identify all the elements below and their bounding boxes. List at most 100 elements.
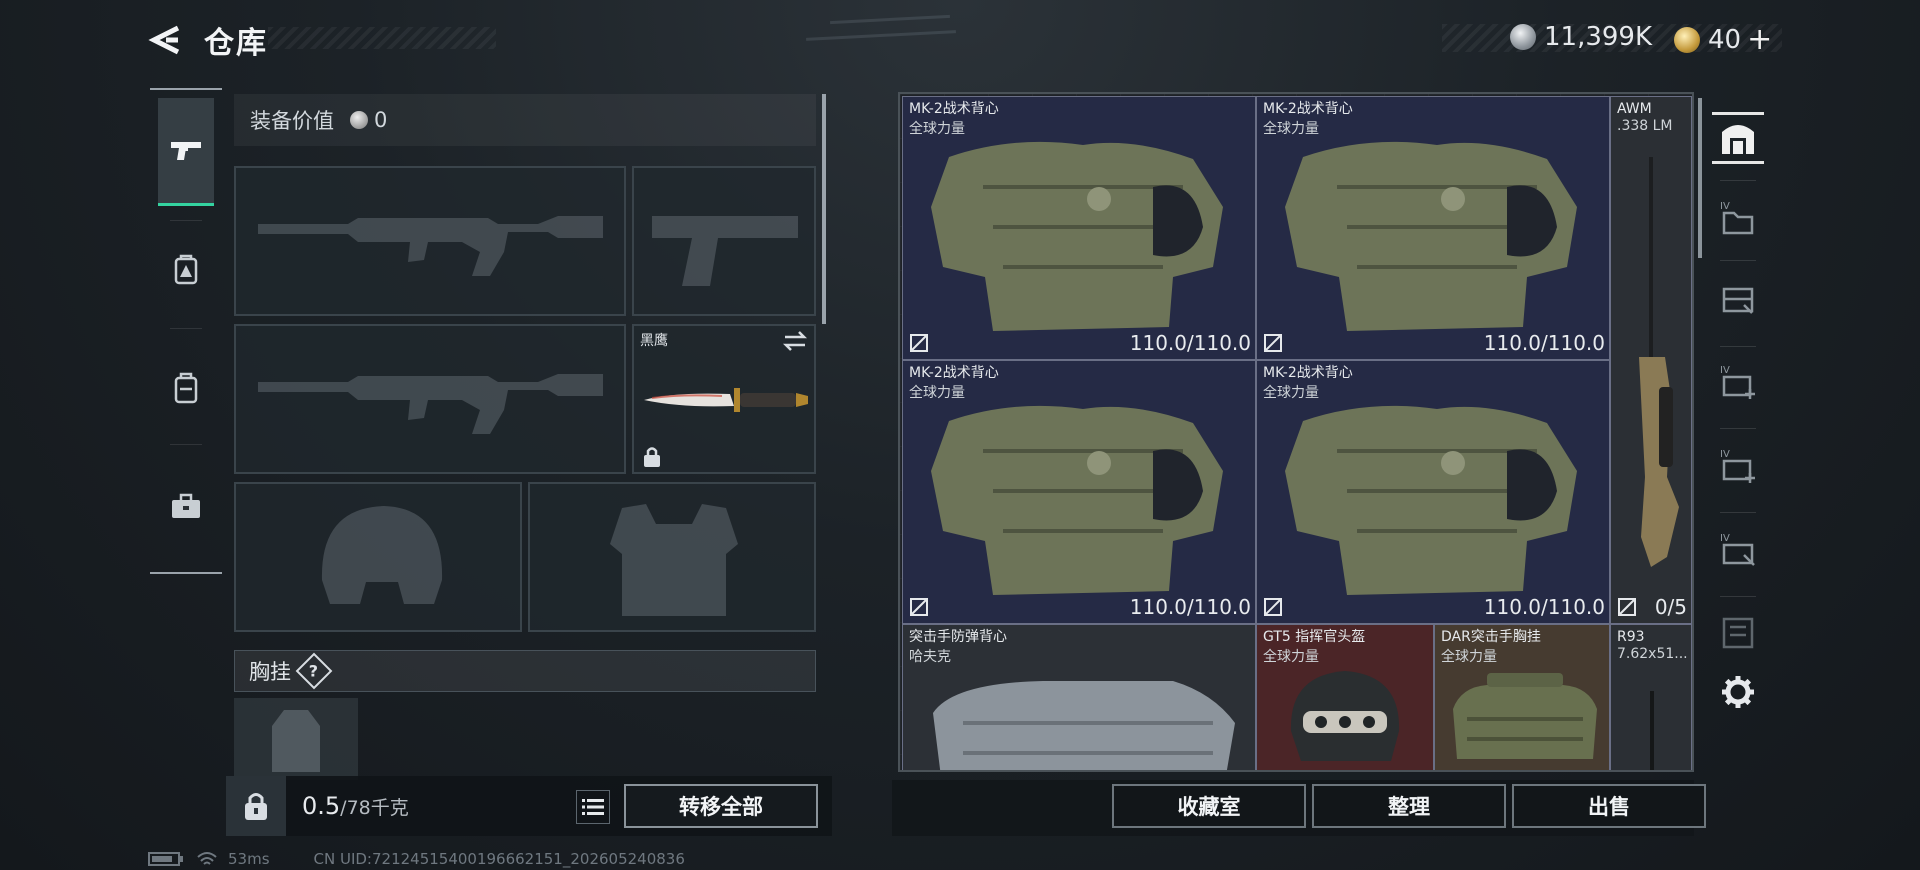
settings-button[interactable]	[1712, 666, 1764, 718]
svg-text:IV: IV	[1720, 449, 1730, 460]
tactical-vest-icon	[1285, 141, 1577, 331]
rifle-silhouette-icon	[258, 216, 603, 276]
gold-coin-icon	[1674, 26, 1700, 53]
storage-all-icon	[1722, 125, 1754, 154]
tactical-vest-icon	[1285, 405, 1577, 595]
tab-tools[interactable]	[158, 452, 214, 560]
chest-rig-slot[interactable]	[234, 698, 358, 780]
storage-item-vest[interactable]: MK-2战术背心 全球力量 110.0/110.0	[902, 360, 1256, 624]
tab-storage-3[interactable]: IV	[1712, 524, 1764, 576]
swap-icon[interactable]	[782, 330, 808, 352]
no-insurance-icon	[910, 598, 928, 616]
rail-top-line	[150, 88, 222, 90]
back-arrow-icon	[148, 25, 180, 55]
storage-item-rifle[interactable]: R93 7.62x51...	[1610, 624, 1692, 770]
list-view-button[interactable]	[576, 790, 610, 824]
tab-storage-add-1[interactable]: IV	[1712, 356, 1764, 408]
item-durability: 110.0/110.0	[1483, 595, 1605, 619]
folder-iv-icon: IV	[1720, 201, 1754, 235]
weight-lock-button[interactable]	[226, 776, 286, 836]
armor-slot[interactable]	[528, 482, 816, 632]
weight-max: /78千克	[340, 797, 409, 819]
no-insurance-icon	[1618, 598, 1636, 616]
item-sub: 7.62x51...	[1617, 646, 1688, 662]
status-strip: 53ms CN UID:72124515400196662151_2026052…	[148, 850, 685, 868]
item-name: MK-2战术背心	[909, 101, 999, 117]
tab-equipment[interactable]	[158, 216, 214, 324]
storage-item-assault-vest[interactable]: 突击手防弹背心 哈夫克	[902, 624, 1256, 770]
storage-item-vest[interactable]: MK-2战术背心 全球力量 110.0/110.0	[902, 96, 1256, 360]
tab-all-storage[interactable]	[1712, 112, 1764, 164]
item-name: MK-2战术背心	[909, 365, 999, 381]
storage-item-helmet[interactable]: GT5 指挥官头盔 全球力量	[1256, 624, 1434, 770]
secondary-weapon-slot[interactable]	[234, 324, 626, 474]
rail-separator	[1720, 428, 1756, 429]
add-storage-icon: IV	[1720, 365, 1755, 399]
equipment-scrollbar[interactable]	[822, 94, 826, 324]
helmet-slot[interactable]	[234, 482, 522, 632]
pistol-silhouette-icon	[652, 216, 798, 286]
item-name: DAR突击手胸挂	[1441, 629, 1541, 645]
silver-amount: 11,399K	[1544, 22, 1653, 52]
melee-name: 黑鹰	[640, 333, 668, 349]
light-streak	[806, 30, 956, 41]
item-ammo-count: 0/5	[1654, 595, 1687, 619]
item-name: MK-2战术背心	[1263, 101, 1353, 117]
storage-item-chest-rig[interactable]: DAR突击手胸挂 全球力量	[1434, 624, 1610, 770]
weight-display: 0.5/78千克	[302, 792, 409, 820]
weight-lock-icon	[245, 793, 267, 820]
item-name: 突击手防弹背心	[909, 629, 1007, 645]
storage-item-vest[interactable]: MK-2战术背心 全球力量 110.0/110.0	[1256, 96, 1610, 360]
storage-tools-icon: IV	[1720, 533, 1755, 566]
vest-silhouette-icon	[610, 504, 738, 616]
tab-storage-iv[interactable]: IV	[1712, 192, 1764, 244]
locked-storage-icon	[1722, 617, 1754, 649]
pistol-slot[interactable]	[632, 166, 816, 316]
svg-text:IV: IV	[1720, 201, 1730, 212]
item-sub: 全球力量	[909, 121, 965, 137]
page-title: 仓库	[204, 26, 268, 61]
toolbox-icon	[172, 493, 200, 518]
item-sub: 哈夫克	[909, 649, 951, 665]
list-icon	[582, 799, 604, 815]
pistol-icon	[171, 141, 201, 160]
battery-icon	[148, 852, 183, 866]
backpack-icon	[174, 372, 198, 404]
collection-room-button[interactable]: 收藏室	[1112, 784, 1306, 828]
uid-text: CN UID:72124515400196662151_202605240836	[313, 850, 685, 868]
ping-text: 53ms	[228, 850, 270, 868]
no-insurance-icon	[1264, 598, 1282, 616]
wifi-icon	[197, 852, 217, 865]
tab-weapons[interactable]	[158, 98, 214, 206]
title-decoration	[268, 27, 496, 49]
item-sub: .338 LM	[1617, 118, 1673, 134]
tab-backpack[interactable]	[158, 334, 214, 442]
rail-separator	[1720, 260, 1756, 261]
add-currency-button[interactable]: +	[1747, 22, 1772, 57]
sell-button[interactable]: 出售	[1512, 784, 1706, 828]
melee-slot[interactable]: 黑鹰	[632, 324, 816, 474]
storage-item-rifle[interactable]: AWM .338 LM 0/5	[1610, 96, 1692, 624]
helmet-silhouette-icon	[321, 506, 443, 604]
primary-weapon-slot[interactable]	[234, 166, 626, 316]
storage-item-vest[interactable]: MK-2战术背心 全球力量 110.0/110.0	[1256, 360, 1610, 624]
rail-separator	[1720, 596, 1756, 597]
chest-rig-label: 胸挂	[249, 660, 291, 684]
item-sub: 全球力量	[1263, 385, 1319, 401]
help-button[interactable]: ?	[295, 652, 333, 690]
organize-button[interactable]: 整理	[1312, 784, 1506, 828]
chest-rig-icon	[1453, 673, 1597, 759]
equipment-value-bar: 装备价值 0	[234, 94, 816, 146]
no-insurance-icon	[910, 334, 928, 352]
item-durability: 110.0/110.0	[1129, 595, 1251, 619]
back-button[interactable]	[148, 22, 184, 58]
silver-coin-icon	[350, 111, 368, 129]
tab-storage-2[interactable]	[1712, 272, 1764, 324]
rail-separator	[170, 328, 202, 329]
tab-storage-locked[interactable]	[1712, 606, 1764, 658]
transfer-all-button[interactable]: 转移全部	[624, 784, 818, 828]
rail-separator	[170, 444, 202, 445]
tab-storage-add-2[interactable]: IV	[1712, 440, 1764, 492]
item-name: AWM	[1617, 101, 1652, 117]
storage-grid: MK-2战术背心 全球力量 110.0/110.0 MK-2战术背心 全球力量 …	[898, 92, 1694, 772]
